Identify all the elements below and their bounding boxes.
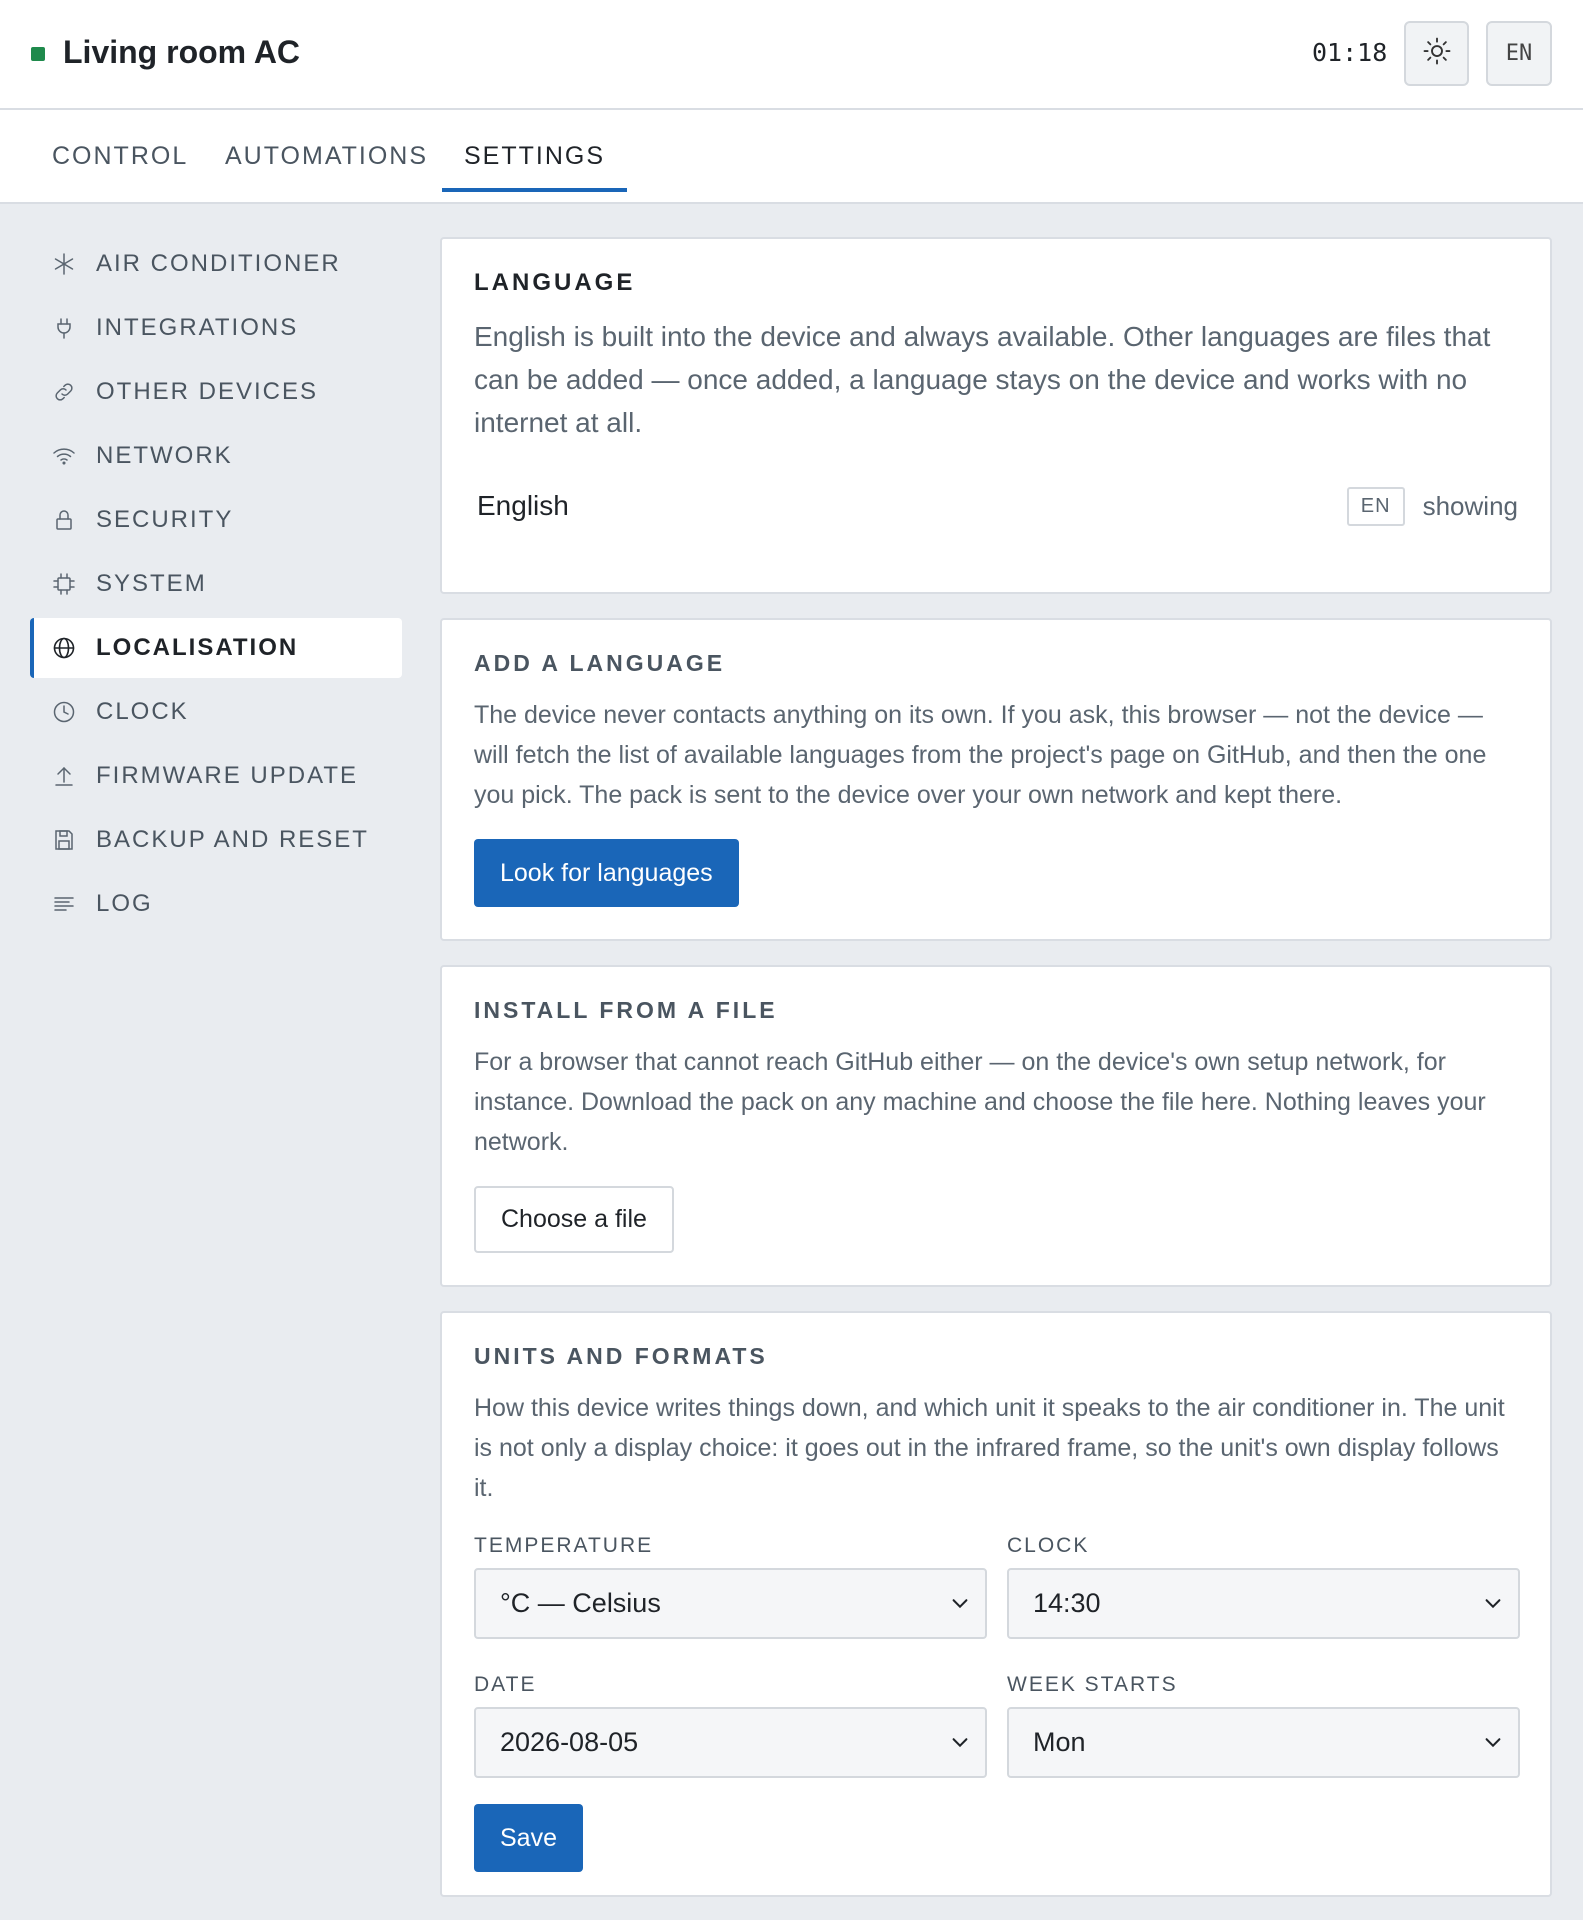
formats-form: TEMPERATURE °C — Celsius CLOCK 14:30 DAT… xyxy=(474,1534,1520,1812)
select-value: 2026-08-05 xyxy=(500,1727,639,1757)
app-header: Living room AC 01:18 EN xyxy=(0,0,1583,110)
look-for-languages-button[interactable]: Look for languages xyxy=(474,839,739,907)
sidebar-item-firmware-update[interactable]: FIRMWARE UPDATE xyxy=(30,746,402,806)
save-button[interactable]: Save xyxy=(474,1804,583,1872)
chip-icon xyxy=(50,570,78,598)
install-from-file-card: INSTALL FROM A FILE For a browser that c… xyxy=(440,965,1552,1287)
clock-format-select[interactable]: 14:30 xyxy=(1007,1568,1520,1639)
sidebar-item-label: SYSTEM xyxy=(96,570,207,597)
temperature-field: TEMPERATURE °C — Celsius xyxy=(474,1534,987,1673)
upload-icon xyxy=(50,762,78,790)
week-start-select[interactable]: Mon xyxy=(1007,1707,1520,1778)
language-status: showing xyxy=(1422,490,1518,521)
tab-control[interactable]: CONTROL xyxy=(52,142,188,200)
units-and-formats-card: UNITS AND FORMATS How this device writes… xyxy=(440,1311,1552,1897)
sidebar-item-label: AIR CONDITIONER xyxy=(96,250,341,277)
sidebar-item-label: LOCALISATION xyxy=(96,634,299,661)
language-name: English xyxy=(477,490,569,521)
lock-icon xyxy=(50,506,78,534)
week-start-field: WEEK STARTS Mon xyxy=(1007,1673,1520,1812)
sun-icon xyxy=(1422,36,1452,71)
lines-icon xyxy=(50,890,78,918)
select-value: 14:30 xyxy=(1033,1588,1101,1618)
sidebar-item-network[interactable]: NETWORK xyxy=(30,426,402,486)
card-description: English is built into the device and alw… xyxy=(474,321,1491,438)
theme-toggle-button[interactable] xyxy=(1404,21,1469,86)
clock-format-field: CLOCK 14:30 xyxy=(1007,1534,1520,1673)
card-description: How this device writes things down, and … xyxy=(474,1394,1505,1502)
tab-settings[interactable]: SETTINGS xyxy=(441,142,628,200)
chevron-down-icon xyxy=(1485,1738,1501,1748)
settings-sidebar: AIR CONDITIONER INTEGRATIONS OTHER DEVIC… xyxy=(30,234,402,938)
sidebar-item-label: INTEGRATIONS xyxy=(96,314,299,341)
chevron-down-icon xyxy=(952,1738,968,1748)
sidebar-item-security[interactable]: SECURITY xyxy=(30,490,402,550)
sidebar-item-clock[interactable]: CLOCK xyxy=(30,682,402,742)
temperature-select[interactable]: °C — Celsius xyxy=(474,1568,987,1639)
date-format-select[interactable]: 2026-08-05 xyxy=(474,1707,987,1778)
snowflake-icon xyxy=(50,250,78,278)
language-switch-button[interactable]: EN xyxy=(1486,21,1552,86)
sidebar-item-label: CLOCK xyxy=(96,698,189,725)
wifi-icon xyxy=(50,442,78,470)
sidebar-item-other-devices[interactable]: OTHER DEVICES xyxy=(30,362,402,422)
add-language-card: ADD A LANGUAGE The device never contacts… xyxy=(440,618,1552,941)
plug-icon xyxy=(50,314,78,342)
select-value: Mon xyxy=(1033,1727,1086,1757)
sidebar-item-localisation[interactable]: LOCALISATION xyxy=(30,618,402,678)
chevron-down-icon xyxy=(1485,1599,1501,1609)
status-indicator xyxy=(31,47,45,61)
sidebar-item-system[interactable]: SYSTEM xyxy=(30,554,402,614)
sidebar-item-label: LOG xyxy=(96,890,153,917)
sidebar-item-label: FIRMWARE UPDATE xyxy=(96,762,358,789)
sidebar-item-label: BACKUP AND RESET xyxy=(96,826,369,853)
card-description: For a browser that cannot reach GitHub e… xyxy=(474,1048,1486,1156)
clock-readout: 01:18 xyxy=(1312,38,1388,67)
card-title: ADD A LANGUAGE xyxy=(474,650,726,676)
card-description: The device never contacts anything on it… xyxy=(474,701,1487,809)
card-title: UNITS AND FORMATS xyxy=(474,1343,768,1369)
installed-language-row: English EN showing xyxy=(474,484,1518,528)
field-label: DATE xyxy=(474,1673,537,1696)
clock-icon xyxy=(50,698,78,726)
sidebar-item-label: SECURITY xyxy=(96,506,234,533)
card-title: INSTALL FROM A FILE xyxy=(474,997,778,1023)
page-title: Living room AC xyxy=(63,34,301,70)
globe-icon xyxy=(50,634,78,662)
chevron-down-icon xyxy=(952,1599,968,1609)
sidebar-item-integrations[interactable]: INTEGRATIONS xyxy=(30,298,402,358)
sidebar-item-backup-and-reset[interactable]: BACKUP AND RESET xyxy=(30,810,402,870)
card-title: LANGUAGE xyxy=(474,269,636,296)
sidebar-item-log[interactable]: LOG xyxy=(30,874,402,934)
main-tabs: CONTROL AUTOMATIONS SETTINGS xyxy=(0,110,1583,204)
language-card: LANGUAGE English is built into the devic… xyxy=(440,237,1552,594)
field-label: WEEK STARTS xyxy=(1007,1673,1178,1696)
link-icon xyxy=(50,378,78,406)
language-code-badge: EN xyxy=(1346,486,1405,526)
select-value: °C — Celsius xyxy=(500,1588,661,1618)
field-label: CLOCK xyxy=(1007,1534,1090,1557)
date-format-field: DATE 2026-08-05 xyxy=(474,1673,987,1812)
choose-file-button[interactable]: Choose a file xyxy=(474,1186,674,1253)
save-icon xyxy=(50,826,78,854)
sidebar-item-air-conditioner[interactable]: AIR CONDITIONER xyxy=(30,234,402,294)
sidebar-item-label: OTHER DEVICES xyxy=(96,378,319,405)
sidebar-item-label: NETWORK xyxy=(96,442,233,469)
tab-automations[interactable]: AUTOMATIONS xyxy=(225,142,428,200)
field-label: TEMPERATURE xyxy=(474,1534,654,1557)
